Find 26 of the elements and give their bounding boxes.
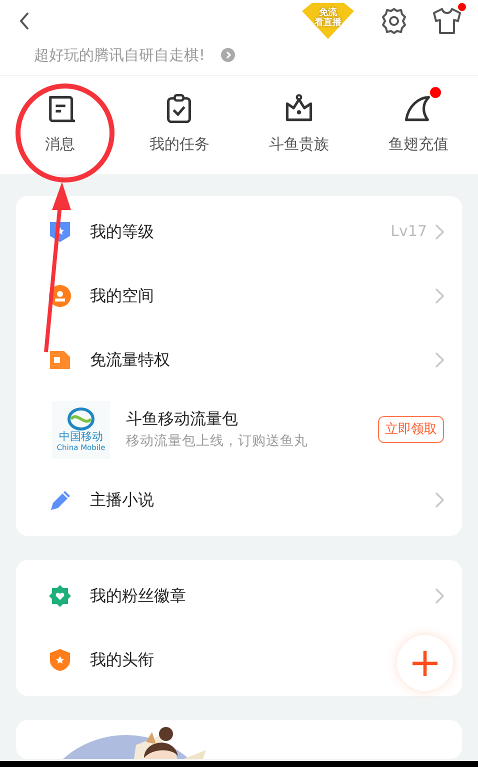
shield-star-icon [48,648,72,672]
settings-icon[interactable] [380,7,408,35]
shortcut-item[interactable]: 我的任务 [120,76,239,174]
chevron-icon [435,588,444,604]
user-circle-icon [48,284,72,308]
chevron-icon [435,224,444,240]
chevron-icon [435,288,444,304]
menu-item[interactable]: 我的头衔 [16,628,392,692]
shortcut-item[interactable]: 鱼翅充值 [358,76,478,174]
crown-icon [284,93,314,124]
shield-star-icon [48,220,72,244]
menu-item[interactable]: 主播小说 [16,468,462,532]
level-value: Lv17 [390,221,427,242]
menu-item[interactable]: 我的粉丝徽章 [16,564,462,628]
shortcut-item[interactable]: 斗鱼贵族 [239,76,358,174]
chevron-icon [435,492,444,508]
menu-item[interactable]: 免流量特权 [16,328,462,392]
shirt-icon[interactable] [432,7,462,35]
chevron-icon [435,352,444,368]
badge-heart-icon [48,584,72,608]
menu-item[interactable]: 我的空间 [16,264,462,328]
back-icon[interactable] [20,12,30,30]
menu-item[interactable]: 我的等级 Lv17 [16,200,462,264]
shortcut-item[interactable]: 消息 [0,76,120,174]
promo-title: 斗鱼移动流量包 [126,408,239,430]
promo-subtitle: 移动流量包上线，订购送鱼丸 [126,432,309,452]
